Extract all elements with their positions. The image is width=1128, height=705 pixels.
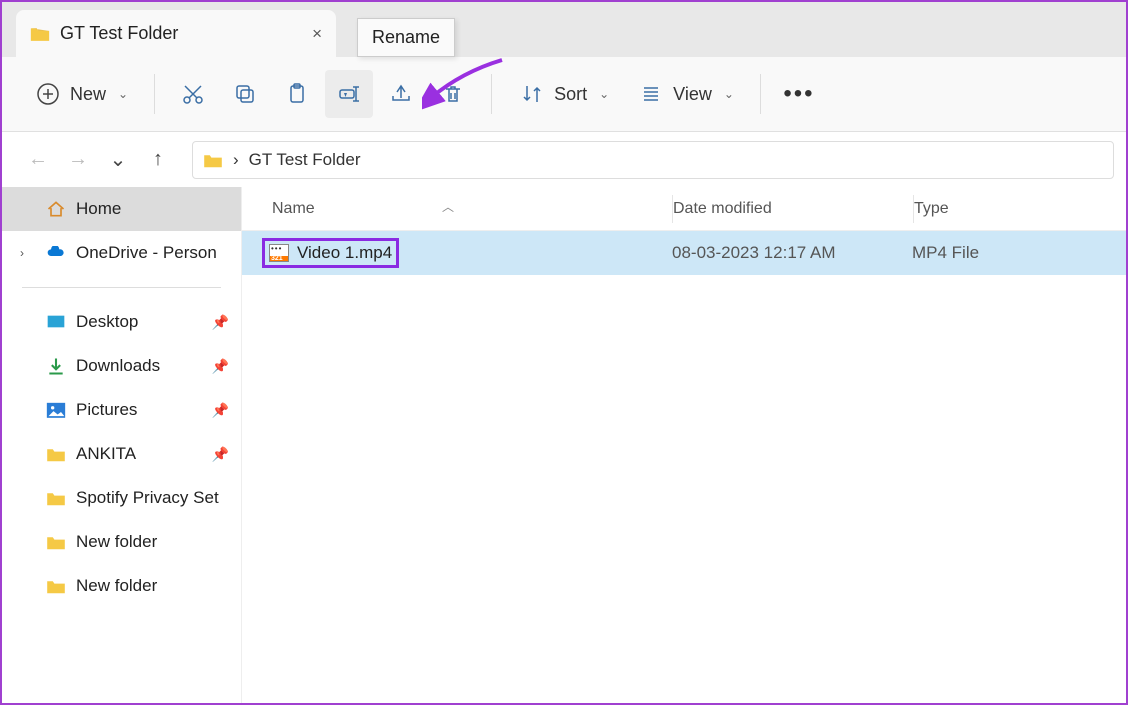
rename-button[interactable] xyxy=(325,70,373,118)
column-date[interactable]: Date modified xyxy=(673,200,913,218)
file-date: 08-03-2023 12:17 AM xyxy=(672,243,912,263)
folder-icon xyxy=(203,152,223,168)
clipboard-icon xyxy=(283,80,311,108)
active-tab[interactable]: GT Test Folder × xyxy=(16,10,336,57)
sidebar-item-label: Desktop xyxy=(76,312,138,332)
address-bar[interactable]: › GT Test Folder xyxy=(192,141,1114,179)
rename-icon xyxy=(335,80,363,108)
sidebar-item-onedrive[interactable]: › OneDrive - Person xyxy=(2,231,241,275)
desktop-icon xyxy=(46,312,66,332)
copy-icon xyxy=(231,80,259,108)
folder-icon xyxy=(46,490,66,506)
recent-dropdown[interactable]: ⌄ xyxy=(100,142,136,178)
pin-icon: 📌 xyxy=(212,314,229,331)
column-type[interactable]: Type xyxy=(914,200,1126,218)
column-name-label: Name xyxy=(272,200,315,217)
sidebar-item-spotify[interactable]: Spotify Privacy Set xyxy=(2,476,241,520)
sort-button[interactable]: Sort ⌄ xyxy=(506,72,621,116)
view-label: View xyxy=(673,84,712,105)
sidebar-item-label: Spotify Privacy Set xyxy=(76,488,219,508)
sidebar-item-label: OneDrive - Person xyxy=(76,243,217,263)
new-button[interactable]: New ⌄ xyxy=(22,72,140,116)
breadcrumb-sep: › xyxy=(233,150,239,170)
paste-button[interactable] xyxy=(273,70,321,118)
cut-button[interactable] xyxy=(169,70,217,118)
scissors-icon xyxy=(179,80,207,108)
ellipsis-icon: ••• xyxy=(783,80,814,108)
video-file-icon xyxy=(269,244,289,262)
delete-button[interactable] xyxy=(429,70,477,118)
nav-row: ← → ⌄ ↑ › GT Test Folder xyxy=(2,132,1126,187)
copy-button[interactable] xyxy=(221,70,269,118)
chevron-down-icon: ⌄ xyxy=(724,87,734,101)
sort-label: Sort xyxy=(554,84,587,105)
trash-icon xyxy=(439,80,467,108)
forward-button[interactable]: → xyxy=(60,142,96,178)
pin-icon: 📌 xyxy=(212,446,229,463)
column-name[interactable]: Name ︿ xyxy=(242,200,672,218)
file-type: MP4 File xyxy=(912,243,1126,263)
sidebar-item-label: New folder xyxy=(76,576,157,596)
pin-icon: 📌 xyxy=(212,358,229,375)
content-area: Name ︿ Date modified Type Video 1.mp4 08… xyxy=(242,187,1126,703)
sidebar-item-desktop[interactable]: Desktop 📌 xyxy=(2,300,241,344)
sidebar-item-label: New folder xyxy=(76,532,157,552)
pictures-icon xyxy=(46,400,66,420)
column-date-label: Date modified xyxy=(673,200,772,217)
separator xyxy=(760,74,761,114)
sidebar-item-label: Pictures xyxy=(76,400,137,420)
home-icon xyxy=(46,199,66,219)
more-button[interactable]: ••• xyxy=(775,70,823,118)
download-icon xyxy=(46,356,66,376)
up-button[interactable]: ↑ xyxy=(140,142,176,178)
folder-icon xyxy=(30,24,50,44)
tab-bar: GT Test Folder × xyxy=(2,2,1126,57)
file-row[interactable]: Video 1.mp4 08-03-2023 12:17 AM MP4 File xyxy=(242,231,1126,275)
sidebar-item-label: Home xyxy=(76,199,121,219)
separator xyxy=(491,74,492,114)
sidebar: Home › OneDrive - Person Desktop 📌 Downl… xyxy=(2,187,242,703)
chevron-down-icon: ⌄ xyxy=(118,87,128,101)
sidebar-item-ankita[interactable]: ANKITA 📌 xyxy=(2,432,241,476)
sidebar-item-downloads[interactable]: Downloads 📌 xyxy=(2,344,241,388)
filename-highlight: Video 1.mp4 xyxy=(262,238,399,268)
rename-tooltip: Rename xyxy=(357,18,455,57)
sidebar-separator xyxy=(22,287,221,288)
back-button[interactable]: ← xyxy=(20,142,56,178)
chevron-down-icon: ⌄ xyxy=(599,87,609,101)
share-icon xyxy=(387,80,415,108)
cloud-icon xyxy=(46,243,66,263)
tab-title: GT Test Folder xyxy=(60,23,178,44)
toolbar: New ⌄ Sort ⌄ View ⌄ ••• xyxy=(2,57,1126,132)
list-icon xyxy=(637,80,665,108)
pin-icon: 📌 xyxy=(212,402,229,419)
column-headers: Name ︿ Date modified Type xyxy=(242,187,1126,231)
sidebar-item-label: ANKITA xyxy=(76,444,136,464)
folder-icon xyxy=(46,534,66,550)
new-label: New xyxy=(70,84,106,105)
sidebar-item-home[interactable]: Home xyxy=(2,187,241,231)
folder-icon xyxy=(46,578,66,594)
sort-indicator-icon: ︿ xyxy=(442,198,454,215)
sidebar-item-pictures[interactable]: Pictures 📌 xyxy=(2,388,241,432)
file-name: Video 1.mp4 xyxy=(297,243,392,263)
column-type-label: Type xyxy=(914,200,949,217)
close-tab-icon[interactable]: × xyxy=(312,24,322,44)
sidebar-item-newfolder1[interactable]: New folder xyxy=(2,520,241,564)
separator xyxy=(154,74,155,114)
share-button[interactable] xyxy=(377,70,425,118)
main-area: Home › OneDrive - Person Desktop 📌 Downl… xyxy=(2,187,1126,703)
sidebar-item-newfolder2[interactable]: New folder xyxy=(2,564,241,608)
sidebar-item-label: Downloads xyxy=(76,356,160,376)
sort-icon xyxy=(518,80,546,108)
expand-icon[interactable]: › xyxy=(20,246,24,260)
view-button[interactable]: View ⌄ xyxy=(625,72,746,116)
folder-icon xyxy=(46,446,66,462)
breadcrumb-path[interactable]: GT Test Folder xyxy=(249,150,361,170)
